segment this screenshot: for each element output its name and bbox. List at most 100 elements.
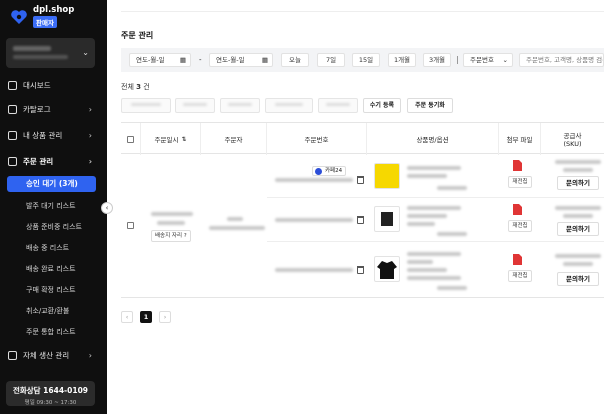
orderer-email bbox=[209, 226, 265, 230]
next-page-button[interactable]: › bbox=[159, 311, 171, 323]
quick-3m-button[interactable]: 3개월 bbox=[423, 53, 451, 67]
product-price bbox=[437, 186, 467, 190]
filter-bar: 연도-월-일 ▦ - 연도-월-일 ▦ 오늘 7일 15일 1개월 3개월 주문… bbox=[121, 48, 604, 72]
action-button-4[interactable] bbox=[265, 98, 313, 113]
delete-icon[interactable] bbox=[357, 216, 364, 224]
sidebar-item-label: 카탈로그 bbox=[23, 104, 51, 114]
product-name bbox=[407, 166, 461, 170]
call-center-box[interactable]: 전화상담 1644-0109 평일 09:30 ~ 17:30 bbox=[6, 381, 95, 406]
file-reupload-button[interactable]: 재전칩 bbox=[508, 220, 532, 232]
product-option bbox=[407, 174, 447, 178]
file-reupload-button[interactable]: 재전칩 bbox=[508, 270, 532, 282]
date-start-input[interactable]: 연도-월-일 ▦ bbox=[129, 53, 191, 67]
supplier-text bbox=[555, 254, 601, 258]
date-end-input[interactable]: 연도-월-일 ▦ bbox=[209, 53, 273, 67]
sidebar-sub-confirmed[interactable]: 구매 확정 리스트 bbox=[26, 285, 76, 295]
sku-text bbox=[563, 168, 593, 172]
product-option-2 bbox=[407, 268, 447, 272]
call-title: 전화상담 1644-0109 bbox=[12, 386, 89, 395]
dashboard-icon bbox=[8, 80, 17, 90]
sidebar-item-label: 자체 생산 관리 bbox=[23, 350, 70, 360]
account-name bbox=[13, 46, 51, 51]
quick-1m-button[interactable]: 1개월 bbox=[388, 53, 416, 67]
row-checkbox[interactable] bbox=[127, 222, 134, 229]
calendar-icon: ▦ bbox=[261, 56, 268, 64]
product-name bbox=[407, 206, 461, 210]
sidebar-sub-shipping[interactable]: 배송 중 리스트 bbox=[26, 243, 69, 253]
call-hours: 평일 09:30 ~ 17:30 bbox=[24, 400, 77, 406]
calendar-icon: ▦ bbox=[179, 56, 186, 64]
sidebar-item-products[interactable]: 내 상품 관리 › bbox=[8, 128, 100, 142]
channel-tag-label: 카페24 bbox=[325, 168, 343, 174]
main-content: 주문 관리 연도-월-일 ▦ - 연도-월-일 ▦ 오늘 7일 15일 1개월 … bbox=[107, 0, 604, 414]
quick-today-button[interactable]: 오늘 bbox=[281, 53, 309, 67]
inquiry-button[interactable]: 문의하기 bbox=[557, 176, 599, 190]
order-time-text bbox=[157, 221, 185, 225]
pdf-icon[interactable] bbox=[512, 254, 522, 265]
sidebar-sub-cancel[interactable]: 취소/교환/환불 bbox=[26, 306, 69, 316]
chevron-down-icon: › bbox=[88, 156, 92, 166]
sidebar-item-dashboard[interactable]: 대시보드 bbox=[8, 78, 100, 92]
prev-page-button[interactable]: ‹ bbox=[121, 311, 133, 323]
account-selector[interactable]: ⌄ bbox=[6, 38, 95, 68]
product-thumbnail[interactable] bbox=[374, 256, 400, 282]
top-strip bbox=[121, 0, 604, 12]
order-item-row-1: 카페24 재전칩 문의하기 bbox=[267, 154, 604, 198]
product-price bbox=[437, 286, 467, 290]
chevron-right-icon: › bbox=[88, 130, 92, 140]
delete-icon[interactable] bbox=[357, 266, 364, 274]
sidebar-sub-all-orders[interactable]: 주문 통합 리스트 bbox=[26, 327, 76, 337]
order-number-text bbox=[275, 178, 353, 182]
brand-name: dpl.shop bbox=[33, 5, 75, 15]
inquiry-button[interactable]: 문의하기 bbox=[557, 272, 599, 286]
action-button-3[interactable] bbox=[220, 98, 260, 113]
address-chip[interactable]: 배송지 자리 ? bbox=[151, 230, 191, 242]
sidebar-item-production[interactable]: 자체 생산 관리 › bbox=[8, 348, 100, 362]
product-option bbox=[407, 260, 433, 264]
th-label: 주문일시 bbox=[154, 136, 179, 144]
inquiry-button[interactable]: 문의하기 bbox=[557, 222, 599, 236]
product-price bbox=[437, 232, 467, 236]
search-type-select[interactable]: 주문번호 ⌄ bbox=[463, 53, 513, 67]
pdf-icon[interactable] bbox=[512, 160, 522, 171]
sidebar-sub-pending[interactable]: 승인 대기 (3개) bbox=[7, 176, 96, 192]
sidebar-item-label: 주문 관리 bbox=[23, 156, 54, 166]
action-button-2[interactable] bbox=[175, 98, 215, 113]
account-email bbox=[13, 55, 68, 59]
page-title: 주문 관리 bbox=[121, 31, 154, 40]
th-order-number: 주문번호 bbox=[267, 123, 367, 155]
pdf-icon[interactable] bbox=[512, 204, 522, 215]
quick-7d-button[interactable]: 7일 bbox=[317, 53, 345, 67]
brand-logo[interactable]: dpl.shop 판매자 bbox=[10, 6, 74, 28]
chevron-down-icon: ⌄ bbox=[82, 48, 89, 57]
manual-register-button[interactable]: 수기 등록 bbox=[363, 98, 401, 113]
action-button-1[interactable] bbox=[121, 98, 171, 113]
file-reupload-button[interactable]: 재전칩 bbox=[508, 176, 532, 188]
search-type-value: 주문번호 bbox=[470, 56, 494, 64]
sidebar-sub-order-wait[interactable]: 발주 대기 리스트 bbox=[26, 201, 76, 211]
sidebar-item-orders[interactable]: 주문 관리 › bbox=[8, 154, 100, 168]
sidebar-item-catalog[interactable]: 카탈로그 › bbox=[8, 102, 100, 116]
search-input[interactable] bbox=[519, 53, 604, 67]
logo-icon bbox=[10, 8, 28, 26]
delete-icon[interactable] bbox=[357, 176, 364, 184]
product-thumbnail[interactable] bbox=[374, 163, 400, 189]
action-button-5[interactable] bbox=[318, 98, 358, 113]
page-button-current[interactable]: 1 bbox=[140, 311, 152, 323]
th-order-date[interactable]: 주문일시 ⇅ bbox=[141, 123, 201, 155]
divider bbox=[457, 56, 458, 64]
box-icon bbox=[8, 130, 17, 140]
select-all-checkbox[interactable] bbox=[127, 135, 134, 143]
total-suffix: 건 bbox=[143, 83, 150, 91]
sidebar: dpl.shop 판매자 ⌄ 대시보드 카탈로그 › 내 상품 관리 › 주문 … bbox=[0, 0, 107, 414]
order-sync-button[interactable]: 주문 동기화 bbox=[407, 98, 453, 113]
channel-icon bbox=[315, 168, 322, 175]
th-orderer: 주문자 bbox=[201, 123, 267, 155]
sku-text bbox=[563, 262, 593, 266]
sidebar-sub-delivered[interactable]: 배송 완료 리스트 bbox=[26, 264, 76, 274]
quick-15d-button[interactable]: 15일 bbox=[352, 53, 380, 67]
channel-tag: 카페24 bbox=[312, 166, 347, 176]
date-end-value: 연도-월-일 bbox=[216, 56, 245, 64]
product-thumbnail[interactable] bbox=[374, 206, 400, 232]
sidebar-sub-preparing[interactable]: 상품 준비중 리스트 bbox=[26, 222, 82, 232]
